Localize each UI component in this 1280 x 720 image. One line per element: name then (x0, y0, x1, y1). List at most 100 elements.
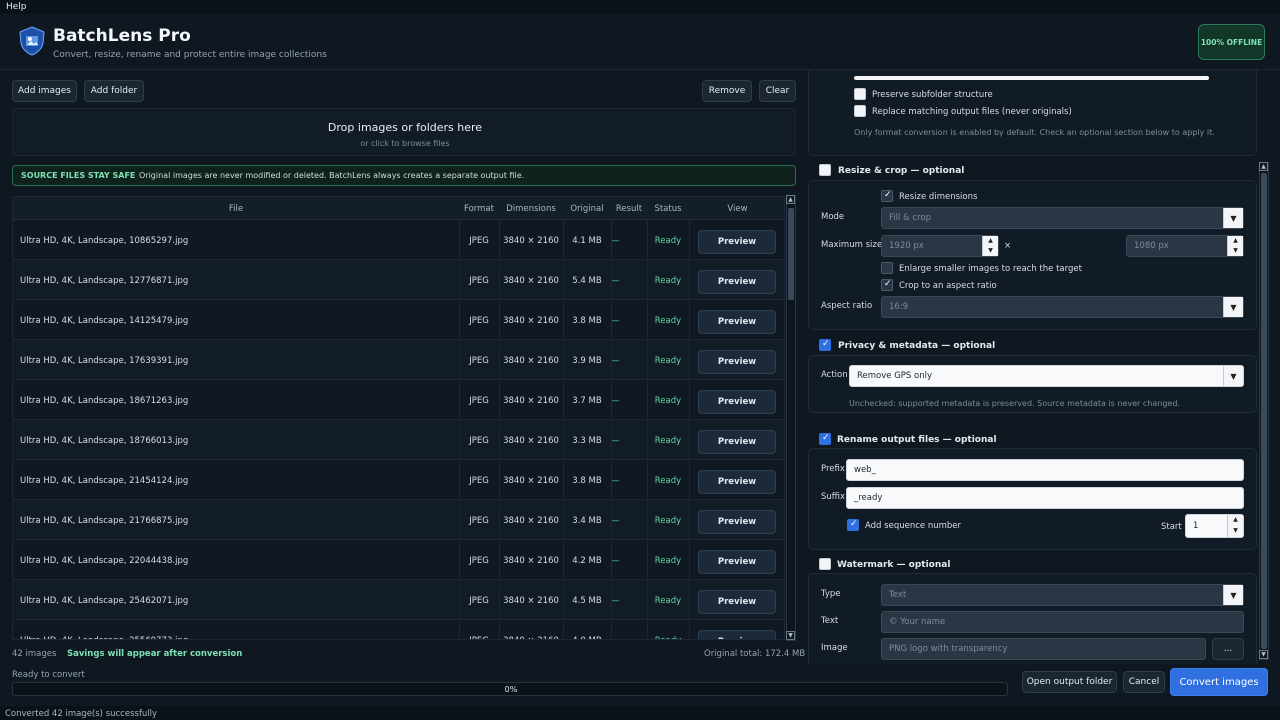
resize-section-checkbox[interactable] (819, 164, 831, 176)
col-result[interactable]: Result (611, 204, 647, 214)
table-row[interactable]: Ultra HD, 4K, Landscape, 21766875.jpg JPE… (13, 500, 784, 540)
progress-label: 0% (504, 685, 518, 694)
preview-button[interactable]: Preview (698, 550, 776, 574)
preview-button[interactable]: Preview (698, 470, 776, 494)
file-name-cell: Ultra HD, 4K, Landscape, 25462071.jpg (20, 596, 189, 606)
options-scroll-down-icon[interactable]: ▼ (1259, 650, 1268, 659)
table-row[interactable]: Ultra HD, 4K, Landscape, 18766013.jpg JPE… (13, 420, 784, 460)
table-scroll-thumb[interactable] (788, 208, 794, 300)
aspect-ratio-label: Aspect ratio (821, 301, 873, 311)
chevron-down-icon[interactable]: ▼ (1223, 297, 1243, 317)
col-original[interactable]: Original (563, 204, 611, 214)
table-row[interactable]: Ultra HD, 4K, Landscape, 25462071.jpg JPE… (13, 580, 784, 620)
prefix-input[interactable]: web_ (846, 459, 1244, 481)
preview-button[interactable]: Preview (698, 310, 776, 334)
preview-button[interactable]: Preview (698, 390, 776, 414)
preview-button[interactable]: Preview (698, 270, 776, 294)
column-divider (647, 380, 648, 420)
start-stepper[interactable]: ▲ ▼ (1227, 515, 1243, 537)
watermark-section-checkbox[interactable] (819, 558, 831, 570)
cancel-button[interactable]: Cancel (1123, 671, 1165, 693)
crop-ratio-checkbox[interactable] (881, 279, 893, 291)
col-format[interactable]: Format (459, 204, 499, 214)
width-stepper[interactable]: ▲ ▼ (982, 236, 998, 256)
clear-button[interactable]: Clear (759, 80, 796, 102)
savings-text: Savings will appear after conversion (67, 649, 243, 659)
chevron-down-icon[interactable]: ▼ (1223, 366, 1243, 386)
privacy-action-select[interactable]: Remove GPS only ▼ (849, 365, 1244, 387)
col-dimensions[interactable]: Dimensions (499, 204, 563, 214)
watermark-image-input[interactable]: PNG logo with transparency (881, 638, 1206, 660)
table-row[interactable]: Ultra HD, 4K, Landscape, 21454124.jpg JPE… (13, 460, 784, 500)
convert-images-button[interactable]: Convert images (1170, 668, 1268, 696)
resize-dimensions-checkbox[interactable] (881, 190, 893, 202)
preserve-subfolders-checkbox[interactable] (854, 88, 866, 100)
preview-button[interactable]: Preview (698, 350, 776, 374)
chevron-down-icon[interactable]: ▼ (1223, 585, 1243, 605)
table-row[interactable]: Ultra HD, 4K, Landscape, 10865297.jpg JPE… (13, 220, 784, 260)
file-name-cell: Ultra HD, 4K, Landscape, 25569773.jpg (20, 636, 450, 639)
aspect-ratio-select[interactable]: 16:9 ▼ (881, 296, 1244, 318)
dimensions-cell: 3840 × 2160 (503, 316, 559, 326)
open-output-folder-button[interactable]: Open output folder (1022, 671, 1117, 693)
col-view[interactable]: View (689, 204, 784, 214)
chevron-down-icon[interactable]: ▼ (1223, 208, 1243, 228)
col-file[interactable]: File (13, 204, 459, 214)
table-scrollbar[interactable] (786, 195, 796, 641)
column-divider (499, 540, 500, 580)
browse-image-button[interactable]: ... (1212, 638, 1244, 660)
add-folder-button[interactable]: Add folder (84, 80, 144, 102)
suffix-input[interactable]: _ready (846, 487, 1244, 509)
col-status[interactable]: Status (647, 204, 689, 214)
menu-help[interactable]: Help (6, 2, 27, 12)
preview-button[interactable]: Preview (698, 510, 776, 534)
table-scroll-up-icon[interactable]: ▲ (786, 195, 795, 204)
table-row[interactable]: Ultra HD, 4K, Landscape, 17639391.jpg JPE… (13, 340, 784, 380)
sequence-number-checkbox[interactable] (847, 519, 859, 531)
options-scrollbar[interactable] (1259, 162, 1269, 660)
watermark-type-select[interactable]: Text ▼ (881, 584, 1244, 606)
output-path-field[interactable] (854, 76, 1209, 80)
column-divider (499, 380, 500, 420)
height-stepper[interactable]: ▲ ▼ (1227, 236, 1243, 256)
options-scroll-thumb[interactable] (1261, 173, 1267, 649)
preview-button[interactable]: Preview (698, 230, 776, 254)
file-name-cell: Ultra HD, 4K, Landscape, 22044438.jpg (20, 556, 189, 566)
table-row[interactable]: Ultra HD, 4K, Landscape, 12776871.jpg JPE… (13, 260, 784, 300)
table-row[interactable]: Ultra HD, 4K, Landscape, 14125479.jpg JPE… (13, 300, 784, 340)
table-row[interactable]: Ultra HD, 4K, Landscape, 25569773.jpg JPE… (13, 620, 784, 639)
watermark-text-input[interactable]: © Your name (881, 611, 1244, 633)
add-images-button[interactable]: Add images (12, 80, 77, 102)
column-divider (459, 220, 460, 260)
enlarge-checkbox[interactable] (881, 262, 893, 274)
resize-card: Resize dimensions Mode Fill & crop ▼ Max… (808, 180, 1257, 330)
preview-button[interactable]: Preview (698, 590, 776, 614)
width-input[interactable]: 1920 px ▲ ▼ (881, 235, 999, 257)
rename-section-checkbox[interactable] (819, 433, 831, 445)
preview-button[interactable]: Preview (698, 430, 776, 454)
original-size-cell: 4.5 MB (572, 596, 602, 606)
height-input[interactable]: 1080 px ▲ ▼ (1126, 235, 1244, 257)
dropzone[interactable]: Drop images or folders here or click to … (12, 108, 796, 156)
start-input[interactable]: 1 ▲ ▼ (1185, 514, 1244, 538)
privacy-section-checkbox[interactable] (819, 339, 831, 351)
column-divider (611, 260, 612, 300)
column-divider (647, 300, 648, 340)
table-row[interactable]: Ultra HD, 4K, Landscape, 18671263.jpg JPE… (13, 380, 784, 420)
mode-select[interactable]: Fill & crop ▼ (881, 207, 1244, 229)
dimensions-cell: 3840 × 2160 (503, 476, 559, 486)
remove-button[interactable]: Remove (702, 80, 752, 102)
options-scroll-up-icon[interactable]: ▲ (1259, 162, 1268, 171)
replace-output-checkbox[interactable] (854, 105, 866, 117)
table-header: File Format Dimensions Original Result S… (13, 197, 784, 220)
app-title: BatchLens Pro (53, 26, 191, 46)
table-scroll-down-icon[interactable]: ▼ (786, 631, 795, 640)
table-row[interactable]: Ultra HD, 4K, Landscape, 22044438.jpg JPE… (13, 540, 784, 580)
preserve-subfolders-label: Preserve subfolder structure (872, 90, 993, 100)
column-divider (647, 460, 648, 500)
preview-button[interactable]: Preview (698, 630, 776, 639)
column-divider (499, 260, 500, 300)
original-size-cell: 3.9 MB (572, 356, 602, 366)
original-size-cell: 4.0 MB (563, 636, 611, 639)
safe-notice-tag: SOURCE FILES STAY SAFE (21, 171, 136, 180)
